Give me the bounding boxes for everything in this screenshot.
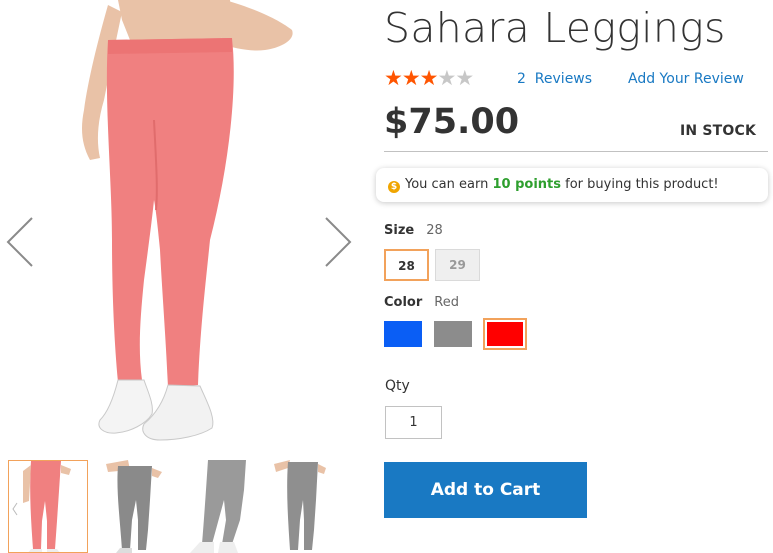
color-selected-value: Red xyxy=(434,295,459,310)
chevron-right-icon xyxy=(325,217,352,267)
size-swatch-28[interactable]: 28 xyxy=(384,249,429,281)
reward-points-banner: $ You can earn 10 points for buying this … xyxy=(376,168,768,202)
color-attribute: Color Red xyxy=(384,291,459,310)
coin-icon: $ xyxy=(388,181,400,193)
stock-status: IN STOCK xyxy=(680,123,757,139)
product-gallery xyxy=(0,0,365,553)
color-label: Color xyxy=(384,295,423,310)
reviews-link[interactable]: 2 Reviews xyxy=(517,71,592,87)
star-empty-icon: ★ xyxy=(455,66,474,90)
thumbnail-strip xyxy=(8,460,342,553)
points-suffix: for buying this product! xyxy=(561,177,719,192)
size-label: Size xyxy=(384,223,415,238)
thumbnail-gray-leggings-2[interactable] xyxy=(184,460,264,553)
gallery-next-button[interactable] xyxy=(322,214,354,270)
color-swatch-gray[interactable] xyxy=(434,321,472,347)
divider xyxy=(384,151,768,152)
thumbnail-gray-leggings-3[interactable] xyxy=(272,460,352,553)
thumbnail-image xyxy=(184,460,264,553)
star-filled-icon: ★ xyxy=(401,66,421,90)
color-swatch-blue[interactable] xyxy=(384,321,422,347)
thumbnail-gray-leggings-1[interactable] xyxy=(96,460,176,553)
star-empty-icon: ★ xyxy=(437,66,456,90)
size-selected-value: 28 xyxy=(426,223,443,238)
color-swatch-red[interactable] xyxy=(483,318,527,350)
thumbnail-image xyxy=(272,460,342,553)
qty-label: Qty xyxy=(385,378,410,394)
product-title: Sahara Leggings xyxy=(384,4,726,52)
thumbnail-image xyxy=(96,460,176,553)
add-review-link[interactable]: Add Your Review xyxy=(628,71,744,87)
thumbnail-image xyxy=(9,461,87,552)
size-attribute: Size 28 xyxy=(384,219,443,238)
points-prefix: You can earn xyxy=(405,177,493,192)
thumbnail-pink-leggings[interactable] xyxy=(8,460,88,553)
star-filled-icon: ★ xyxy=(384,66,403,90)
size-swatch-29[interactable]: 29 xyxy=(435,249,480,281)
points-amount: 10 points xyxy=(492,177,562,192)
chevron-left-icon xyxy=(6,217,33,267)
product-price: $75.00 xyxy=(384,102,520,142)
add-to-cart-button[interactable]: Add to Cart xyxy=(384,462,587,518)
main-product-image xyxy=(82,0,293,441)
gallery-prev-button[interactable] xyxy=(4,214,36,270)
star-filled-icon: ★ xyxy=(419,66,439,90)
qty-input[interactable]: 1 xyxy=(385,406,442,439)
rating-stars: ★★★★★ xyxy=(384,66,474,90)
color-swatch-red-fill xyxy=(487,322,523,346)
